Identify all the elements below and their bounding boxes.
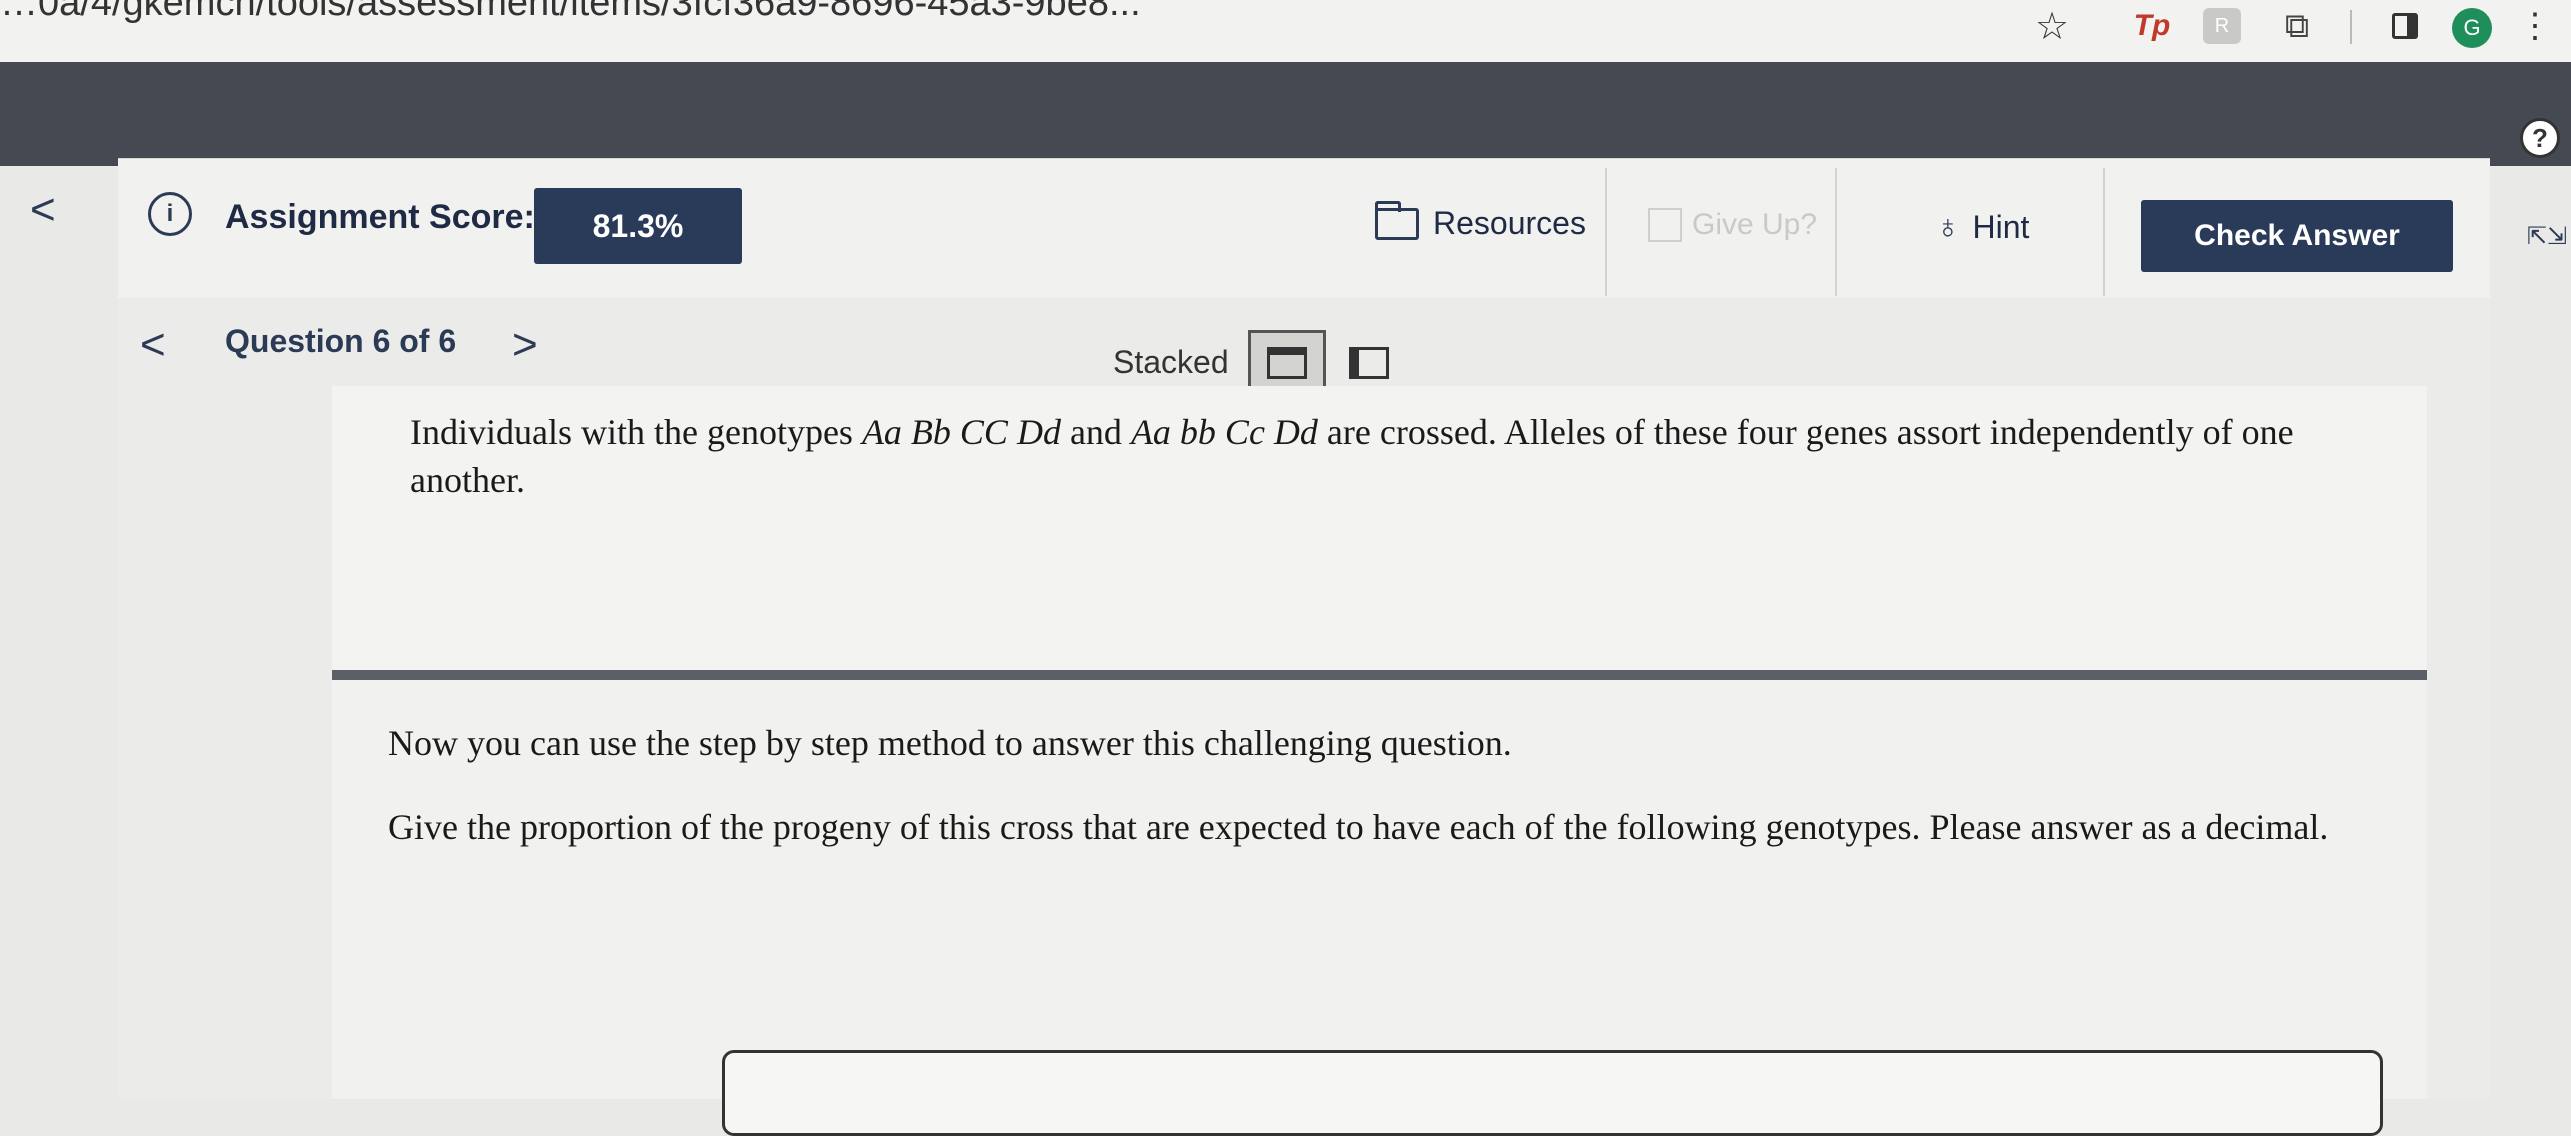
give-up-label: Give Up? — [1692, 208, 1818, 241]
give-up-button[interactable]: Give Up? — [1648, 208, 1817, 242]
genotype-1: Aa Bb CC Dd — [861, 412, 1061, 452]
resources-label: Resources — [1433, 205, 1586, 241]
next-question-icon[interactable]: > — [512, 320, 538, 370]
browser-menu-icon[interactable]: ⋮ — [2518, 6, 2552, 46]
app-header — [0, 62, 2571, 166]
folder-icon — [1375, 200, 1419, 240]
extensions-puzzle-icon[interactable]: ⧉ — [2275, 6, 2319, 46]
lightbulb-icon: ♁ — [1935, 208, 1961, 246]
resources-button[interactable]: Resources — [1375, 200, 1586, 242]
address-bar[interactable]: …0a/4/gkemch/tools/assessment/items/3fcf… — [0, 0, 1141, 25]
help-icon[interactable]: ? — [2520, 118, 2560, 158]
layout-mode-label: Stacked — [1113, 344, 1229, 380]
toolbar-separator — [1605, 168, 1607, 296]
toolbar-divider — [2350, 10, 2352, 44]
extension-r-icon[interactable]: R — [2203, 8, 2241, 44]
section-divider — [332, 670, 2427, 680]
side-by-side-layout-icon — [1349, 347, 1389, 379]
question-text-part: Individuals with the genotypes — [410, 412, 862, 452]
check-answer-button[interactable]: Check Answer — [2141, 200, 2453, 272]
bookmark-star-icon[interactable]: ☆ — [2030, 6, 2074, 48]
back-chevron-icon[interactable]: < — [30, 185, 56, 235]
expand-icon[interactable]: ⇱⇲ — [2525, 225, 2569, 270]
question-counter: Question 6 of 6 — [225, 323, 457, 359]
question-text: Individuals with the genotypes Aa Bb CC … — [410, 408, 2380, 504]
assignment-score-value: 81.3% — [534, 188, 742, 264]
toolbar-separator — [1835, 168, 1837, 296]
assignment-score-label: Assignment Score: — [225, 198, 535, 236]
browser-toolbar: …0a/4/gkemch/tools/assessment/items/3fcf… — [0, 0, 2571, 62]
answer-panel[interactable] — [722, 1050, 2383, 1136]
give-up-icon — [1648, 208, 1682, 242]
prev-question-icon[interactable]: < — [140, 320, 166, 370]
hint-button[interactable]: ♁ Hint — [1935, 208, 2029, 247]
question-text-part: and — [1060, 412, 1131, 452]
genotype-2: Aa bb Cc Dd — [1130, 412, 1318, 452]
profile-avatar[interactable]: G — [2452, 8, 2492, 48]
side-panel-icon[interactable] — [2385, 6, 2425, 46]
step-intro-text: Now you can use the step by step method … — [388, 723, 1512, 763]
instruction-text: Give the proportion of the progeny of th… — [388, 807, 2329, 847]
stacked-layout-icon — [1267, 347, 1307, 379]
hint-label: Hint — [1972, 209, 2030, 245]
info-icon[interactable]: i — [148, 192, 192, 236]
toolbar-separator — [2103, 168, 2105, 296]
extension-tp-icon[interactable]: Tp — [2128, 6, 2176, 46]
